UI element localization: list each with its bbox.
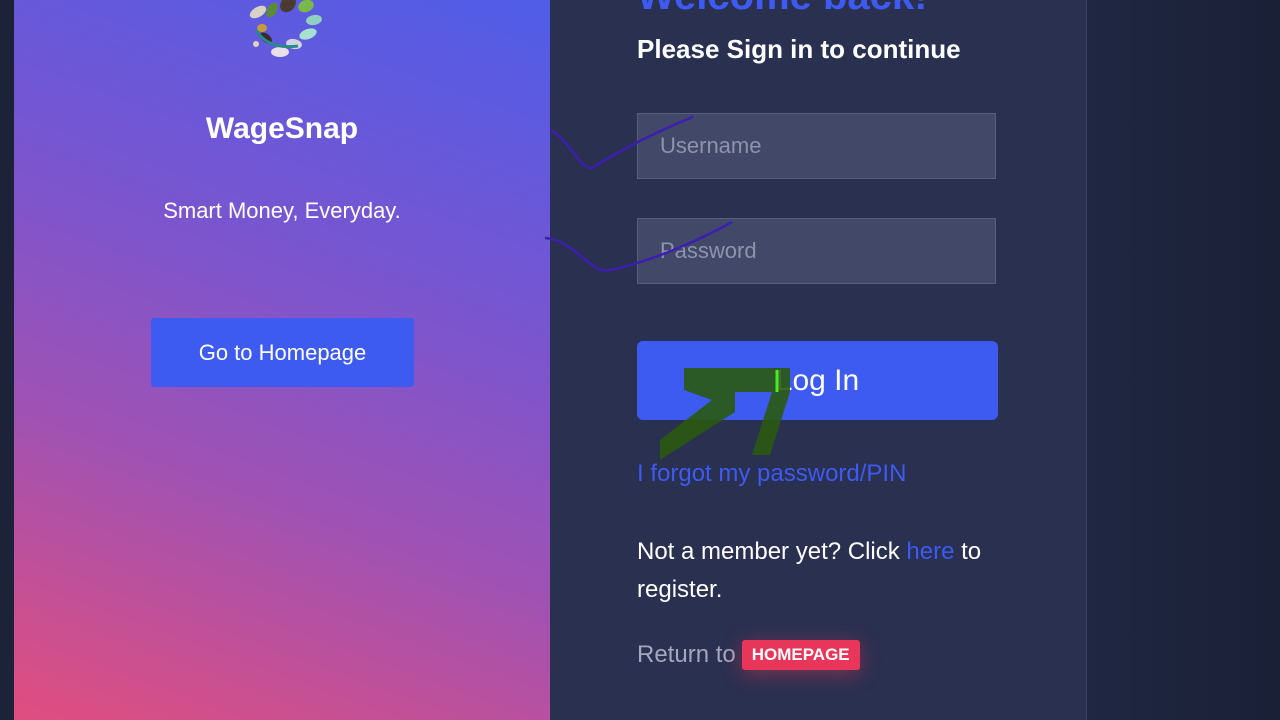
leaf-wreath-logo-icon	[249, 0, 322, 57]
left-edge-strip	[0, 0, 14, 720]
signin-subtitle: Please Sign in to continue	[637, 34, 961, 64]
welcome-heading: Welcome back!	[637, 0, 928, 19]
branding-panel: WageSnap Smart Money, Everyday. Go to Ho…	[14, 0, 550, 720]
go-to-homepage-button[interactable]: Go to Homepage	[151, 318, 414, 387]
login-button[interactable]: Log In	[637, 341, 998, 420]
homepage-badge-link[interactable]: HOMEPAGE	[741, 640, 860, 670]
return-label: Return to	[637, 641, 736, 668]
login-panel: Welcome back! Please Sign in to continue…	[550, 0, 1087, 720]
register-link[interactable]: here	[906, 538, 954, 565]
return-to-homepage-row: Return to HOMEPAGE	[637, 640, 860, 670]
brand-tagline: Smart Money, Everyday.	[163, 198, 401, 223]
username-input[interactable]	[637, 113, 996, 179]
brand-name: WageSnap	[205, 112, 359, 145]
register-text: Not a member yet? Click here to register…	[637, 533, 1017, 609]
register-prefix: Not a member yet? Click	[637, 538, 900, 565]
password-input[interactable]	[637, 218, 996, 284]
forgot-password-link[interactable]: I forgot my password/PIN	[637, 460, 906, 488]
